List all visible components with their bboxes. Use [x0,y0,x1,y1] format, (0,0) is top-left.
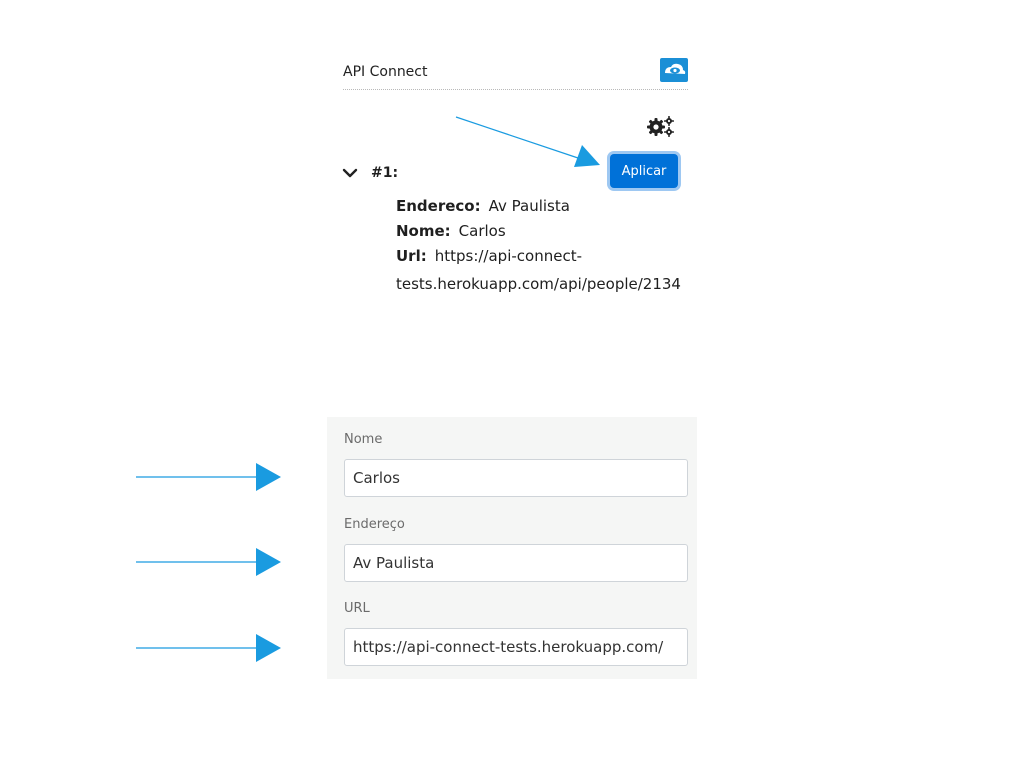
url-label: Url: [396,247,427,265]
apply-button[interactable]: Aplicar [610,154,678,188]
record-label: #1: [371,165,399,181]
record-field-nome: Nome: Carlos [396,222,506,240]
nome-input[interactable]: Carlos [344,459,688,497]
record-form: Nome Carlos Endereço Av Paulista URL htt… [327,417,697,679]
endereco-label: Endereco: [396,197,481,215]
gears-icon[interactable] [644,114,676,138]
cloud-eye-logo [660,58,688,82]
chevron-down-icon[interactable] [342,166,358,180]
app-title: API Connect [343,64,428,80]
nome-value: Carlos [458,222,506,240]
url-input[interactable]: https://api-connect-tests.herokuapp.com/ [344,628,688,666]
nome-field-label: Nome [344,432,383,447]
url-value-line1: https://api-connect- [434,247,582,265]
url-value-line2: tests.herokuapp.com/api/people/2134 [396,275,681,293]
record-field-url: Url: https://api-connect- [396,247,582,265]
endereco-value: Av Paulista [488,197,570,215]
url-field-label: URL [344,601,370,616]
title-divider [343,89,688,90]
endereco-field-label: Endereço [344,517,405,532]
endereco-input[interactable]: Av Paulista [344,544,688,582]
record-field-endereco: Endereco: Av Paulista [396,197,570,215]
nome-label: Nome: [396,222,451,240]
